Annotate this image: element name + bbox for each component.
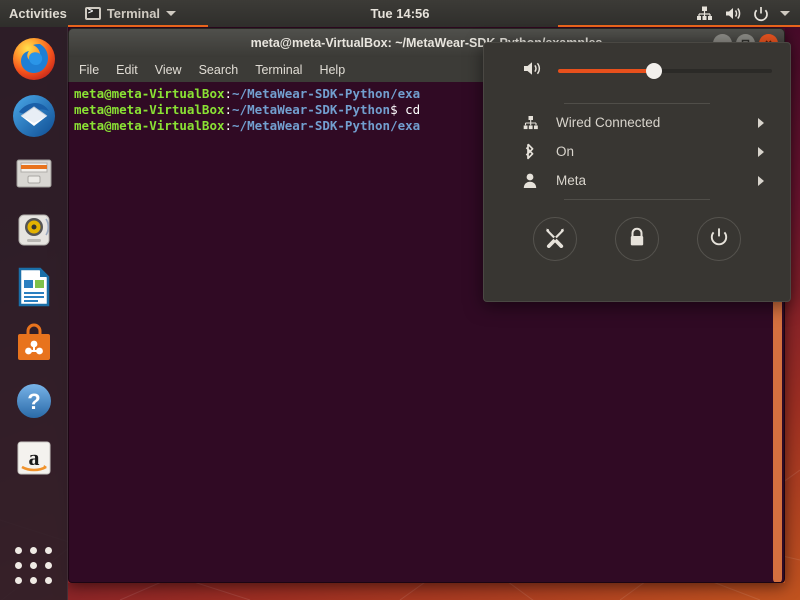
grid-dot	[15, 547, 22, 554]
svg-text:a: a	[28, 445, 39, 470]
sysmenu-actions	[502, 204, 772, 274]
system-menu-popup: Wired Connected On Meta	[483, 42, 791, 302]
power-button[interactable]	[697, 217, 741, 261]
prompt-path: ~/MetaWear-SDK-Python	[232, 102, 390, 117]
dock-item-amazon[interactable]: a	[10, 434, 58, 482]
dock-item-thunderbird[interactable]	[10, 92, 58, 140]
sysmenu-network-label: Wired Connected	[556, 115, 660, 130]
prompt-user: meta@meta-VirtualBox	[74, 102, 225, 117]
volume-icon[interactable]	[522, 60, 542, 82]
terminal-app-icon	[85, 7, 101, 20]
bluetooth-icon	[522, 143, 538, 160]
menu-terminal[interactable]: Terminal	[255, 63, 302, 77]
menu-file[interactable]: File	[79, 63, 99, 77]
power-icon[interactable]	[753, 6, 769, 22]
prompt-colon: :	[225, 86, 233, 101]
prompt-colon: :	[225, 102, 233, 117]
prompt-user: meta@meta-VirtualBox	[74, 118, 225, 133]
menu-search[interactable]: Search	[199, 63, 239, 77]
sysmenu-item-user[interactable]: Meta	[502, 166, 772, 195]
volume-slider-fill	[558, 69, 654, 73]
dock-item-ubuntu-software[interactable]	[10, 320, 58, 368]
app-menu-button[interactable]: Terminal	[76, 0, 185, 27]
top-bar-accent	[558, 25, 800, 27]
prompt-colon: :	[225, 118, 233, 133]
power-icon	[709, 227, 729, 252]
top-bar: Activities Terminal Tue 14:56	[0, 0, 800, 27]
sysmenu-user-label: Meta	[556, 173, 586, 188]
dock: ? a	[0, 27, 68, 600]
activities-label: Activities	[9, 6, 67, 21]
chevron-right-icon	[758, 176, 764, 186]
grid-dot	[45, 547, 52, 554]
dock-item-libreoffice-writer[interactable]	[10, 263, 58, 311]
sysmenu-bluetooth-label: On	[556, 144, 574, 159]
menu-divider-top	[564, 103, 710, 104]
volume-icon[interactable]	[724, 6, 742, 21]
show-applications-button[interactable]	[10, 546, 58, 586]
prompt-path: ~/MetaWear-SDK-Python/exa	[232, 118, 420, 133]
lock-button[interactable]	[615, 217, 659, 261]
tools-icon	[544, 226, 566, 253]
menu-edit[interactable]: Edit	[116, 63, 138, 77]
prompt-path: ~/MetaWear-SDK-Python/exa	[232, 86, 420, 101]
dock-item-rhythmbox[interactable]	[10, 206, 58, 254]
grid-dot	[15, 562, 22, 569]
grid-dot	[30, 562, 37, 569]
prompt-text: $ cd	[390, 102, 420, 117]
grid-dot	[30, 547, 37, 554]
sysmenu-item-bluetooth[interactable]: On	[502, 137, 772, 166]
system-tray[interactable]	[696, 6, 800, 22]
settings-button[interactable]	[533, 217, 577, 261]
chevron-right-icon	[758, 147, 764, 157]
volume-row	[502, 43, 772, 99]
lock-icon	[628, 227, 646, 252]
grid-dot	[30, 577, 37, 584]
top-bar-accent-left	[68, 25, 208, 27]
dock-item-files[interactable]	[10, 149, 58, 197]
chevron-down-icon[interactable]	[780, 11, 790, 16]
chevron-down-icon	[166, 11, 176, 16]
grid-dot	[45, 577, 52, 584]
svg-text:?: ?	[27, 389, 40, 414]
prompt-user: meta@meta-VirtualBox	[74, 86, 225, 101]
menu-divider-bottom	[564, 199, 710, 200]
network-wired-icon	[522, 116, 538, 130]
dock-item-firefox[interactable]	[10, 35, 58, 83]
menu-view[interactable]: View	[155, 63, 182, 77]
volume-slider[interactable]	[558, 62, 772, 80]
user-icon	[522, 173, 538, 188]
network-wired-icon[interactable]	[696, 6, 713, 21]
menu-help[interactable]: Help	[319, 63, 345, 77]
chevron-right-icon	[758, 118, 764, 128]
volume-slider-knob[interactable]	[646, 63, 662, 79]
sysmenu-item-network[interactable]: Wired Connected	[502, 108, 772, 137]
grid-dot	[45, 562, 52, 569]
activities-button[interactable]: Activities	[0, 0, 76, 27]
app-menu-label: Terminal	[107, 6, 160, 21]
dock-item-help[interactable]: ?	[10, 377, 58, 425]
grid-dot	[15, 577, 22, 584]
